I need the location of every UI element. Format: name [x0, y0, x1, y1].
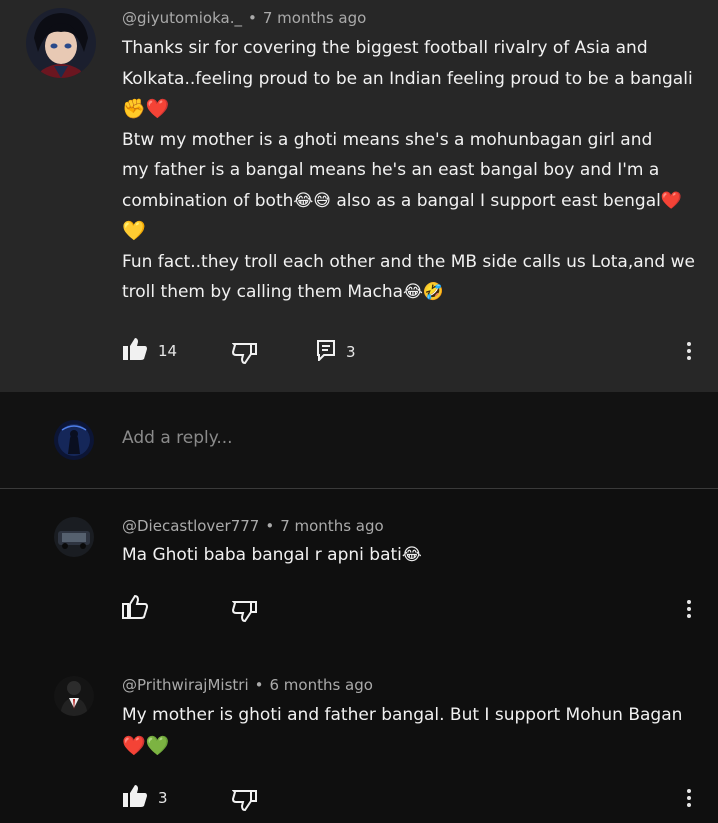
comment-author[interactable]: @PrithwirajMistri	[122, 676, 249, 694]
avatar[interactable]	[54, 517, 94, 557]
avatar[interactable]	[54, 676, 94, 716]
like-button[interactable]: 3	[122, 784, 168, 812]
comment-line: ✊❤️	[122, 98, 170, 120]
thumbs-up-filled-icon	[122, 337, 148, 365]
dislike-button[interactable]	[231, 599, 258, 627]
comment-text: Ma Ghoti baba bangal r apni bati😂	[122, 540, 422, 571]
comment-line: Ma Ghoti baba bangal r apni bati😂	[122, 545, 422, 565]
avatar	[54, 420, 94, 460]
parent-comment: @giyutomioka._ • 7 months ago Thanks sir f…	[0, 0, 718, 392]
comment-text: Thanks sir for covering the biggest foot…	[122, 33, 695, 308]
thumbs-down-icon	[231, 788, 258, 816]
comment-line: ❤️💚	[122, 734, 170, 757]
dislike-button[interactable]	[231, 788, 258, 816]
comment-line: my father is a bangal means he's an east…	[122, 160, 660, 180]
comment-text: My mother is ghoti and father bangal. Bu…	[122, 700, 682, 761]
thumbs-down-icon	[231, 599, 258, 627]
like-button[interactable]: 14	[122, 337, 177, 365]
dislike-button[interactable]	[231, 341, 258, 369]
comment-line: combination of both😂😅 also as a bangal I…	[122, 190, 683, 211]
more-vert-icon[interactable]	[684, 597, 694, 621]
thumbs-up-icon	[122, 594, 149, 623]
reply-input-area	[0, 392, 718, 488]
comment-author[interactable]: @giyutomioka._	[122, 9, 242, 27]
like-count: 14	[158, 342, 178, 360]
comment-line: Kolkata..feeling proud to be an Indian f…	[122, 68, 693, 89]
comment-line: Btw my mother is a ghoti means she's a m…	[122, 129, 653, 150]
comment-meta: @Diecastlover777 • 7 months ago	[122, 517, 384, 535]
comment-icon	[316, 339, 336, 365]
reply-count: 3	[346, 343, 356, 361]
avatar[interactable]	[26, 8, 96, 78]
divider	[0, 488, 718, 489]
like-button[interactable]	[122, 594, 149, 623]
comment-time: 7 months ago	[262, 9, 367, 27]
replies-button[interactable]: 3	[316, 339, 356, 365]
like-count: 3	[158, 789, 168, 807]
comment-meta: @PrithwirajMistri • 6 months ago	[122, 676, 373, 694]
comment-line: troll them by calling them Macha😂🤣	[122, 282, 445, 302]
thumbs-down-icon	[231, 341, 258, 369]
more-vert-icon[interactable]	[684, 339, 694, 363]
thumbs-up-filled-icon	[122, 784, 148, 812]
comment-time: 7 months ago	[280, 517, 384, 535]
comment-line: 💛	[122, 220, 146, 242]
reply-input[interactable]: Add a reply...	[122, 428, 233, 448]
comment-line: My mother is ghoti and father bangal. Bu…	[122, 705, 683, 725]
comment-meta: @giyutomioka._ • 7 months ago	[122, 9, 367, 27]
comment-author[interactable]: @Diecastlover777	[122, 517, 259, 535]
comment-time: 6 months ago	[269, 676, 373, 694]
comment-line: Thanks sir for covering the biggest foot…	[122, 38, 648, 58]
comment-line: Fun fact..they troll each other and the …	[122, 251, 695, 272]
more-vert-icon[interactable]	[684, 786, 694, 810]
